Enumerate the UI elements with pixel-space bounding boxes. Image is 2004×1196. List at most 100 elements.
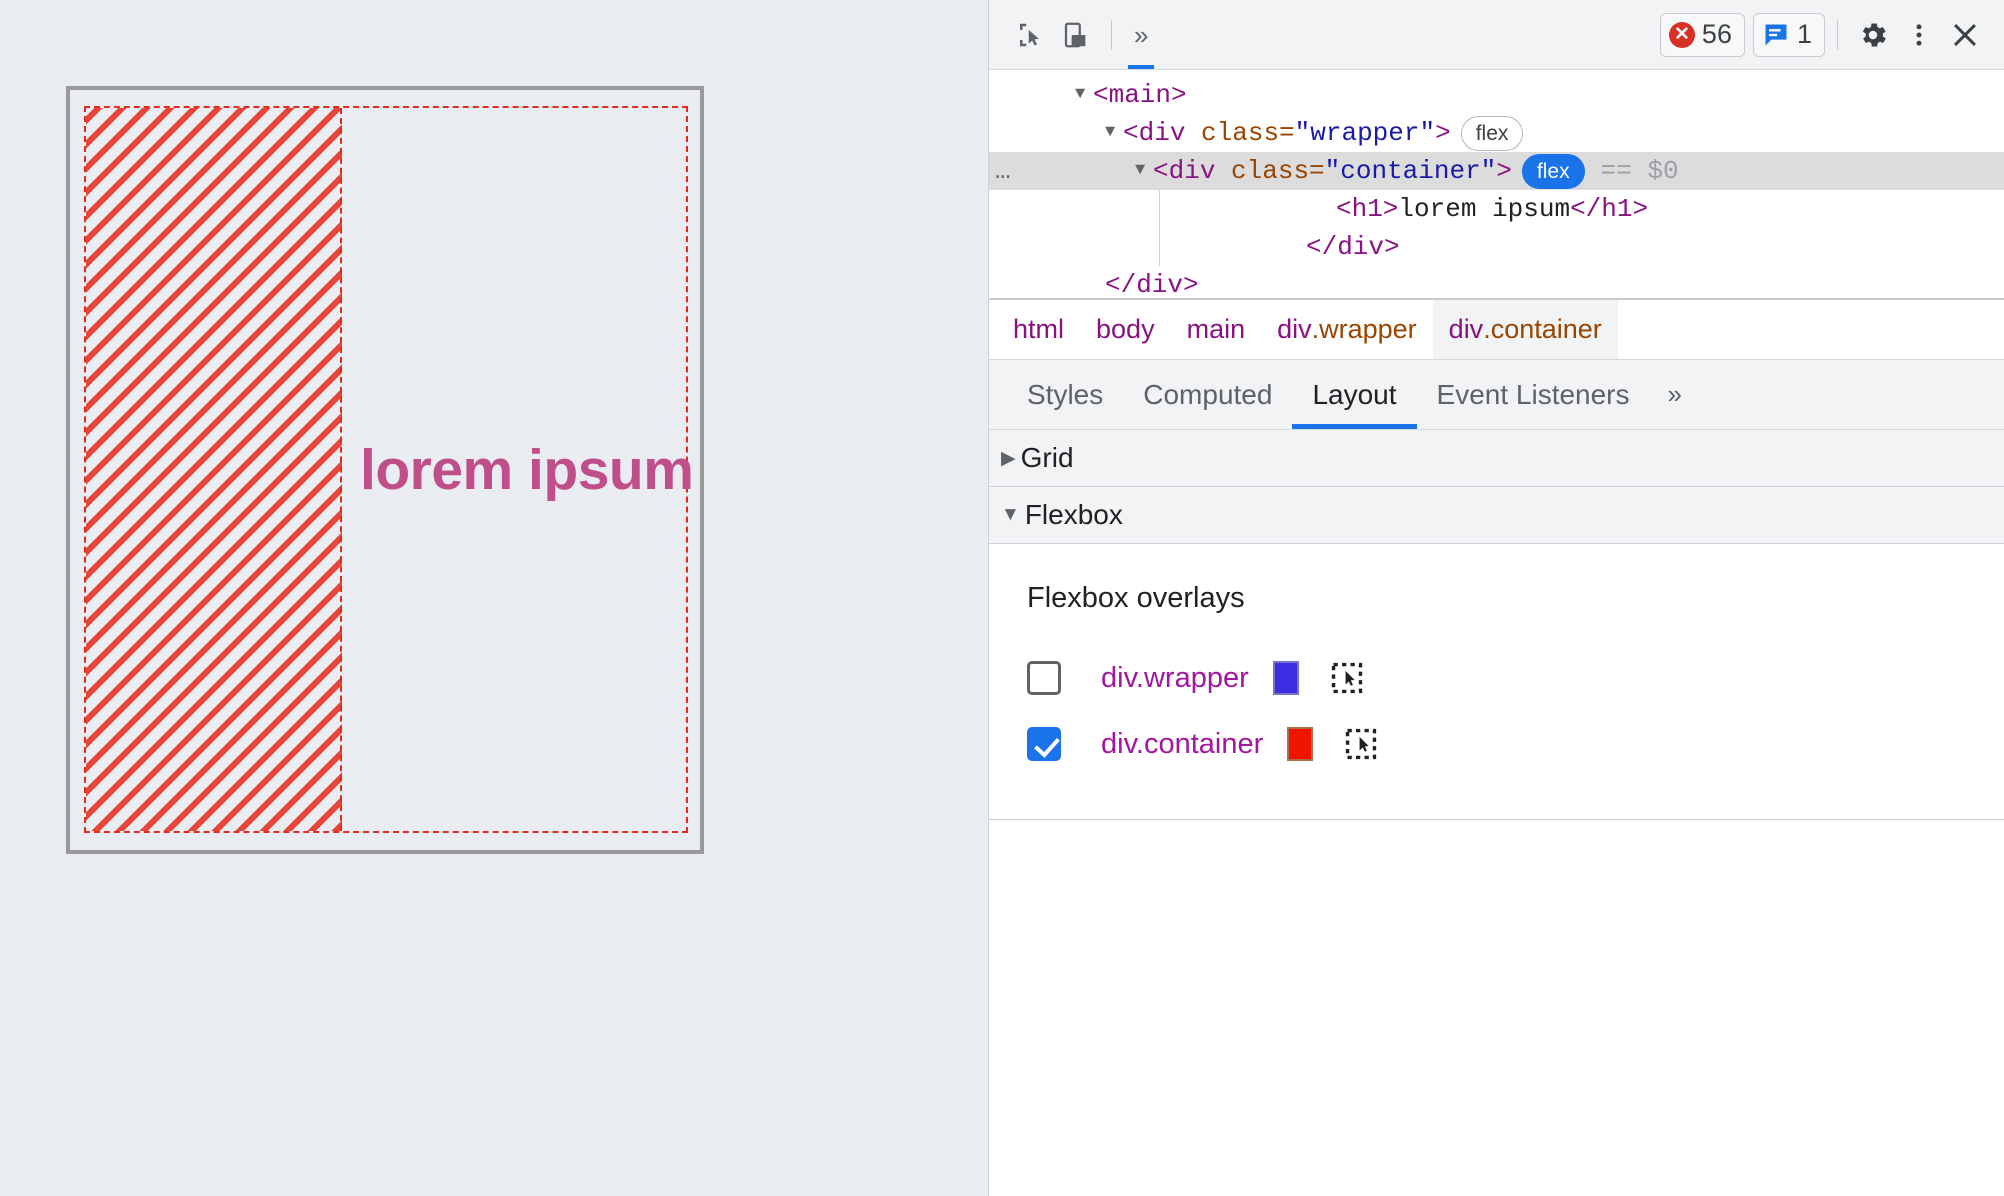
dom-row-wrapper-attr: class [1201, 118, 1280, 148]
reveal-element-icon-wrapper[interactable] [1329, 660, 1365, 696]
overlay-label-wrapper[interactable]: div.wrapper [1101, 662, 1249, 695]
panel-tabs: Styles Computed Layout Event Listeners » [989, 360, 2004, 430]
chevron-right-icon[interactable]: ▶ [1001, 447, 1016, 470]
expand-triangle-icon[interactable]: ▼ [1135, 152, 1151, 190]
page-heading: lorem ipsum [360, 437, 694, 502]
breadcrumb-item-div-wrapper[interactable]: div .wrapper [1261, 300, 1433, 359]
breadcrumb-label: main [1186, 314, 1246, 344]
error-count-badge[interactable]: ✕ 56 [1659, 12, 1745, 57]
message-bubble-icon [1762, 21, 1790, 49]
expand-triangle-icon[interactable]: ▼ [1105, 114, 1121, 152]
dom-row-container[interactable]: … ▼ < div class = "container" > flex == $0 [989, 152, 2004, 190]
breadcrumb-label: div [1277, 314, 1312, 344]
tab-styles[interactable]: Styles [1007, 360, 1123, 429]
dom-row-wrapper-endtag-text: </div> [1105, 270, 1199, 298]
close-glyph [1954, 23, 1976, 46]
overlay-color-swatch-container[interactable] [1287, 727, 1314, 761]
space-1 [1185, 114, 1201, 152]
inspect-cursor-glyph [1020, 23, 1039, 46]
breadcrumb-item-html[interactable]: html [997, 300, 1080, 359]
dom-row-wrapper-value: "wrapper" [1294, 118, 1436, 148]
flex-badge-container[interactable]: flex [1521, 153, 1585, 189]
browser-viewport: lorem ipsum [66, 86, 704, 854]
flex-badge-wrapper[interactable]: flex [1460, 115, 1524, 151]
overlay-row-wrapper: div.wrapper [989, 645, 2004, 711]
breadcrumb: html body main div .wrapper div .container [989, 298, 2004, 360]
breadcrumb-label: div [1448, 314, 1484, 344]
equals-2: = [1309, 156, 1325, 186]
breadcrumb-class: .wrapper [1311, 314, 1417, 344]
message-count-value: 1 [1796, 19, 1812, 49]
tab-computed[interactable]: Computed [1123, 360, 1292, 429]
reveal-element-glyph [1346, 728, 1377, 760]
tab-label: Layout [1312, 378, 1397, 410]
flex-container-overlay: lorem ipsum [84, 106, 694, 833]
device-toolbar-glyph [1064, 22, 1086, 47]
toolbar-more-tabs-button[interactable]: » [1124, 0, 1158, 69]
message-count-badge[interactable]: 1 [1752, 12, 1825, 57]
breadcrumb-class: .container [1483, 314, 1602, 344]
dom-row-wrapper-close: > [1435, 118, 1451, 148]
flexbox-section-header[interactable]: ▼ Flexbox [989, 487, 2004, 544]
tab-label: Styles [1027, 378, 1104, 410]
console-ref-label: == $0 [1600, 156, 1679, 186]
reveal-element-glyph [1331, 662, 1362, 694]
overlay-color-swatch-wrapper[interactable] [1272, 661, 1299, 695]
breadcrumb-label: body [1096, 314, 1155, 344]
gear-glyph [1862, 23, 1886, 46]
tab-label: Event Listeners [1436, 378, 1630, 410]
dom-row-container-attr: class [1231, 156, 1310, 186]
equals-1: = [1279, 118, 1295, 148]
breadcrumb-item-main[interactable]: main [1171, 300, 1262, 359]
inspect-cursor-icon[interactable] [1007, 12, 1053, 58]
device-toolbar-icon[interactable] [1053, 12, 1099, 58]
flexbox-section-body: Flexbox overlays div.wrapper div.contain… [989, 544, 2004, 820]
overlay-row-container: div.container [989, 711, 2004, 777]
dom-row-wrapper-endtag[interactable]: </div> [989, 266, 2004, 298]
dom-row-main-text: <main> [1093, 80, 1187, 110]
tab-layout[interactable]: Layout [1292, 360, 1417, 429]
dom-row-container-open: < [1153, 156, 1169, 186]
close-icon[interactable] [1942, 12, 1988, 58]
dom-row-wrapper-open: < [1123, 118, 1139, 148]
toolbar-divider-2 [1837, 19, 1838, 50]
overlay-checkbox-wrapper[interactable] [1027, 661, 1061, 695]
reveal-element-icon-container[interactable] [1343, 726, 1379, 762]
dom-row-main[interactable]: ▼ <main> [989, 76, 2004, 114]
dom-tree[interactable]: ▼ <main> ▼ < div class = "wrapper" > flex … … [989, 70, 2004, 298]
dom-row-container-endtag[interactable]: </div> [1159, 228, 2004, 266]
devtools-window: lorem ipsum » ✕ 56 1 ▼ <main> ▼ < div cl… [0, 0, 2004, 1196]
error-count-value: 56 [1701, 19, 1732, 49]
dom-row-h1-open: <h1> [1336, 194, 1399, 224]
gear-icon[interactable] [1850, 12, 1896, 58]
flexbox-section-title: Flexbox [1024, 499, 1123, 530]
breadcrumb-item-body[interactable]: body [1080, 300, 1171, 359]
devtools-empty-area [989, 820, 2004, 1196]
dom-row-wrapper[interactable]: ▼ < div class = "wrapper" > flex [989, 114, 2004, 152]
row-overflow-dots[interactable]: … [995, 152, 1013, 190]
vertical-dots-icon[interactable] [1896, 12, 1942, 58]
toolbar-divider-1 [1111, 19, 1112, 50]
dom-row-container-endtag-text: </div> [1306, 232, 1400, 262]
dom-row-container-value: "container" [1324, 156, 1497, 186]
tab-label: Computed [1143, 378, 1273, 410]
devtools-toolbar: » ✕ 56 1 [989, 0, 2004, 70]
panel-tabs-more-button[interactable]: » [1650, 360, 1700, 429]
expand-triangle-icon[interactable]: ▼ [1075, 76, 1091, 114]
dom-row-h1-text: lorem ipsum [1398, 194, 1571, 224]
breadcrumb-label: html [1013, 314, 1065, 344]
wrapper-flex-container: lorem ipsum [70, 90, 700, 850]
overlay-checkbox-container[interactable] [1027, 727, 1061, 761]
toolbar-panel-tabs: » [1124, 0, 1158, 69]
dom-row-h1-close: </h1> [1570, 194, 1649, 224]
dom-row-container-tag: div [1168, 156, 1216, 186]
breadcrumb-item-div-container[interactable]: div .container [1432, 300, 1618, 359]
space-2 [1215, 152, 1231, 190]
dom-row-h1[interactable]: <h1> lorem ipsum </h1> [1159, 190, 2004, 228]
grid-section-title: Grid [1020, 442, 1074, 473]
tab-event-listeners[interactable]: Event Listeners [1417, 360, 1650, 429]
grid-section-header[interactable]: ▶ Grid [989, 430, 2004, 487]
dom-row-container-close: > [1496, 156, 1512, 186]
overlay-label-container[interactable]: div.container [1101, 728, 1263, 761]
chevron-down-icon[interactable]: ▼ [1001, 504, 1020, 526]
